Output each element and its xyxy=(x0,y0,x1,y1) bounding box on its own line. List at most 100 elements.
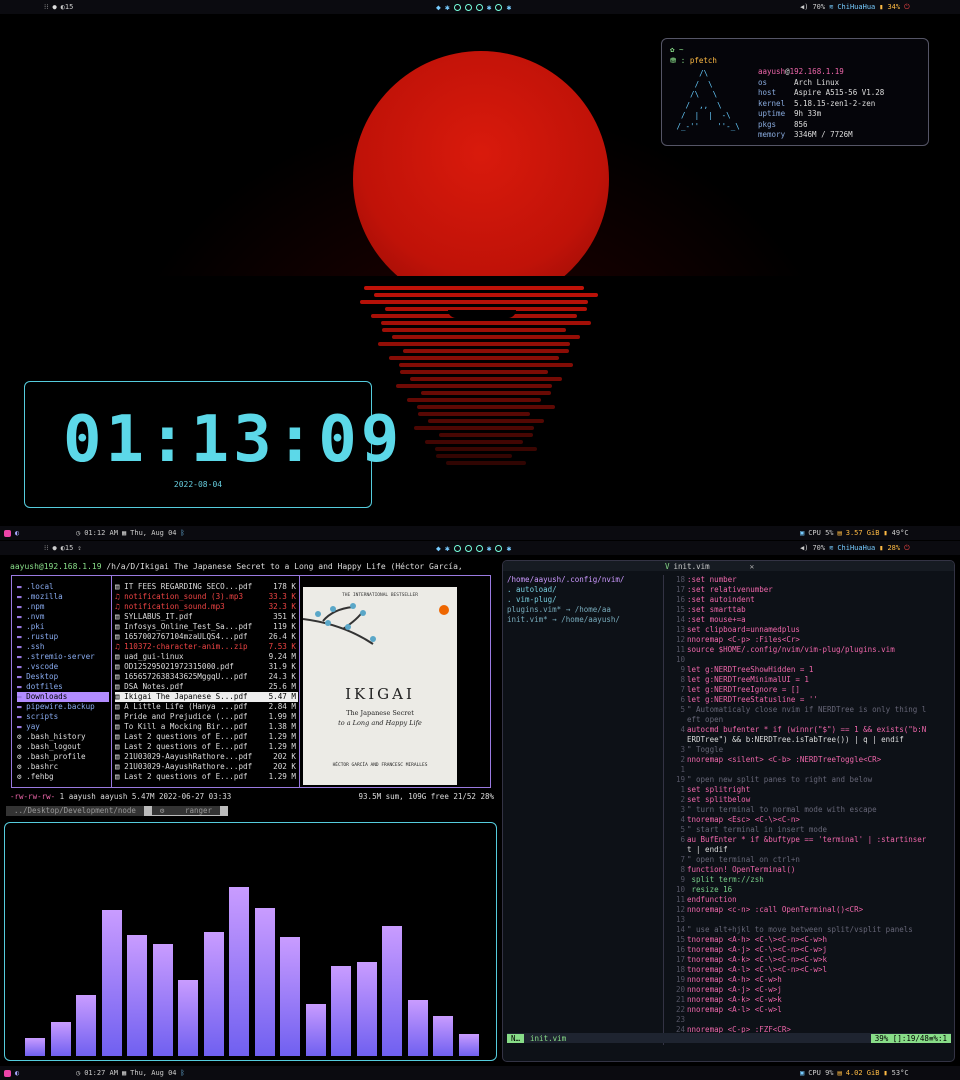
file-entry[interactable]: ♫ notification_sound.mp3 32.3 K xyxy=(115,602,298,612)
dir-entry[interactable]: ▬ yay xyxy=(17,722,109,732)
arch-menu-icon[interactable] xyxy=(4,529,11,537)
dir-entry[interactable]: ▬ .ssh xyxy=(17,642,109,652)
tree-node[interactable]: /home/aayush/.config/nvim/ xyxy=(507,575,665,585)
dir-entry[interactable]: ⚙ .bashrc xyxy=(17,762,109,772)
dir-entry[interactable]: ⚙ .fehbg xyxy=(17,772,109,782)
tmux-tabs[interactable]: ../Desktop/Development/node ⚙ ranger xyxy=(6,806,229,816)
file-entry[interactable]: ▤ Infosys_Online_Test_Sa...pdf 119 K xyxy=(115,622,298,632)
workspace-dot[interactable] xyxy=(464,544,472,552)
code-line[interactable]: 8 function! OpenTerminal() xyxy=(667,865,953,875)
power-icon[interactable]: ⏻ xyxy=(904,544,910,553)
wifi-icon[interactable]: ≋ xyxy=(829,544,833,552)
code-line[interactable]: 20 nnoremap <A-j> <C-w>j xyxy=(667,985,953,995)
code-line[interactable]: 22 nnoremap <A-l> <C-w>l xyxy=(667,1005,953,1015)
file-entry[interactable]: ▤ DSA Notes.pdf 25.6 M xyxy=(115,682,298,692)
code-line[interactable]: 15:set smarttab xyxy=(667,605,953,615)
file-entry[interactable]: ♫ notification_sound (3).mp3 33.3 K xyxy=(115,592,298,602)
code-line[interactable]: 16 tnoremap <A-j> <C-\><C-n><C-w>j xyxy=(667,945,953,955)
code-line[interactable]: 15 tnoremap <A-h> <C-\><C-n><C-w>h xyxy=(667,935,953,945)
discord-icon[interactable]: ◐ xyxy=(15,529,19,537)
file-entry[interactable]: ▤ Last 2 questions of E...pdf 1.29 M xyxy=(115,742,298,752)
workspace-dot[interactable] xyxy=(464,3,472,11)
code-line[interactable]: 9 let g:NERDTreeShowHidden = 1 xyxy=(667,665,953,675)
code-line[interactable]: 17:set relativenumber xyxy=(667,585,953,595)
code-line[interactable]: t | endif xyxy=(667,845,953,855)
nerdtree-panel[interactable]: /home/aayush/.config/nvim/. autoload/. v… xyxy=(507,575,665,1045)
file-entry[interactable]: ▤ IT FEES REGARDING SECO...pdf 178 K xyxy=(115,582,298,592)
arch-menu-icon[interactable] xyxy=(4,1069,11,1077)
code-line[interactable]: 18 tnoremap <A-l> <C-\><C-n><C-w>l xyxy=(667,965,953,975)
file-entry[interactable]: ▤ OD125295021972315000.pdf 31.9 K xyxy=(115,662,298,672)
code-line[interactable]: 6 let g:NERDTreeStatusline = '' xyxy=(667,695,953,705)
file-entry[interactable]: ▤ Last 2 questions of E...pdf 1.29 M xyxy=(115,732,298,742)
workspace-dot[interactable] xyxy=(495,3,503,11)
workspace-star-icon[interactable]: ✱ xyxy=(506,544,511,552)
power-icon[interactable]: ⏻ xyxy=(904,3,910,12)
file-entry[interactable]: ▤ Ikigai The Japanese S...pdf 5.47 M xyxy=(115,692,298,702)
tab-node[interactable]: ../Desktop/Development/node xyxy=(6,806,144,816)
workspace-dot[interactable] xyxy=(453,3,461,11)
tab-ranger[interactable]: ⚙ ranger xyxy=(143,806,229,816)
tree-node[interactable]: init.vim* → /home/aayush/ xyxy=(507,615,665,625)
code-line[interactable]: 5 " start terminal in insert mode xyxy=(667,825,953,835)
code-line[interactable]: 13 xyxy=(667,915,953,925)
code-line[interactable]: 10 resize 16 xyxy=(667,885,953,895)
github-icon[interactable]: ● xyxy=(52,3,56,11)
dir-entry[interactable]: ▬ Downloads xyxy=(17,692,109,702)
file-entry[interactable]: ♫ 110372-character-anim...zip 7.53 K xyxy=(115,642,298,652)
vim-tab-label[interactable]: init.vim xyxy=(674,562,710,571)
workspace-star-icon[interactable]: ✱ xyxy=(487,544,492,552)
file-entry[interactable]: ▤ 1657002767104mzaULQS4...pdf 26.4 K xyxy=(115,632,298,642)
workspace-star-icon[interactable]: ✱ xyxy=(487,3,492,11)
workspace-dot[interactable] xyxy=(475,3,483,11)
file-entry[interactable]: ▤ 1656572638343625MggqU...pdf 24.3 K xyxy=(115,672,298,682)
neovim-window[interactable]: V init.vim ✕ /home/aayush/.config/nvim/.… xyxy=(502,560,955,1062)
workspace-dot[interactable] xyxy=(475,544,483,552)
code-line[interactable]: 21 nnoremap <A-k> <C-w>k xyxy=(667,995,953,1005)
tree-node[interactable]: . vim-plug/ xyxy=(507,595,665,605)
code-line[interactable]: 3 " turn terminal to normal mode with esc… xyxy=(667,805,953,815)
dir-entry[interactable]: ⚙ .bash_profile xyxy=(17,752,109,762)
code-line[interactable]: 19 nnoremap <A-h> <C-w>h xyxy=(667,975,953,985)
code-line[interactable]: 12 nnoremap <c-n> :call OpenTerminal()<CR… xyxy=(667,905,953,915)
dir-entry[interactable]: ▬ .vscode xyxy=(17,662,109,672)
volume-icon[interactable]: ◀) xyxy=(800,3,808,11)
code-line[interactable]: 12 nnoremap <C-p> :Files<Cr> xyxy=(667,635,953,645)
dir-entry[interactable]: ▬ scripts xyxy=(17,712,109,722)
code-line[interactable]: 9 split term://zsh xyxy=(667,875,953,885)
bluetooth-icon[interactable]: ᛒ xyxy=(181,1069,185,1077)
code-line[interactable]: 11 endfunction xyxy=(667,895,953,905)
file-entry[interactable]: ▤ A Little Life (Hanya ...pdf 2.84 M xyxy=(115,702,298,712)
code-line[interactable]: 1 xyxy=(667,765,953,775)
code-line[interactable]: 1 set splitright xyxy=(667,785,953,795)
tree-node[interactable]: plugins.vim* → /home/aa xyxy=(507,605,665,615)
file-entry[interactable]: ▤ uad_gui-linux 9.24 M xyxy=(115,652,298,662)
code-line[interactable]: 23 xyxy=(667,1015,953,1025)
close-icon[interactable]: ✕ xyxy=(750,562,755,571)
file-entry[interactable]: ▤ To Kill a Mocking Bir...pdf 1.38 M xyxy=(115,722,298,732)
dir-entry[interactable]: ▬ .pki xyxy=(17,622,109,632)
code-line[interactable]: 18:set number xyxy=(667,575,953,585)
code-line[interactable]: 14:set mouse+=a xyxy=(667,615,953,625)
workspace-star-icon[interactable]: ✱ xyxy=(506,3,511,11)
code-line[interactable]: 7 " open terminal on ctrl+n xyxy=(667,855,953,865)
dir-entry[interactable]: ⚙ .bash_history xyxy=(17,732,109,742)
workspace-dot[interactable] xyxy=(495,544,503,552)
bluetooth-icon[interactable]: ᛒ xyxy=(181,529,185,537)
code-line[interactable]: 19 " open new split panes to right and be… xyxy=(667,775,953,785)
dir-entry[interactable]: ▬ pipewire.backup xyxy=(17,702,109,712)
code-line[interactable]: 4 tnoremap <Esc> <C-\><C-n> xyxy=(667,815,953,825)
discord-icon[interactable]: ◐ xyxy=(15,1069,19,1077)
ghost-icon[interactable]: ◆ xyxy=(436,3,441,11)
volume-icon[interactable]: ◀) xyxy=(800,544,808,552)
code-line[interactable]: 4 autocmd bufenter * if (winnr("$") == 1 … xyxy=(667,725,953,735)
code-line[interactable]: ERDTree") && b:NERDTree.isTabTree()) | q… xyxy=(667,735,953,745)
code-line[interactable]: 3 " Toggle xyxy=(667,745,953,755)
code-editor[interactable]: 18:set number 17:set relativenumber 16:set… xyxy=(667,575,953,1041)
code-line[interactable]: 16:set autoindent xyxy=(667,595,953,605)
vim-tabline[interactable]: V init.vim ✕ xyxy=(503,561,954,571)
code-line[interactable]: 2 set splitbelow xyxy=(667,795,953,805)
dir-entry[interactable]: ▬ .mozilla xyxy=(17,592,109,602)
dir-entry[interactable]: ▬ dotfiles xyxy=(17,682,109,692)
dir-entry[interactable]: ▬ .npm xyxy=(17,602,109,612)
